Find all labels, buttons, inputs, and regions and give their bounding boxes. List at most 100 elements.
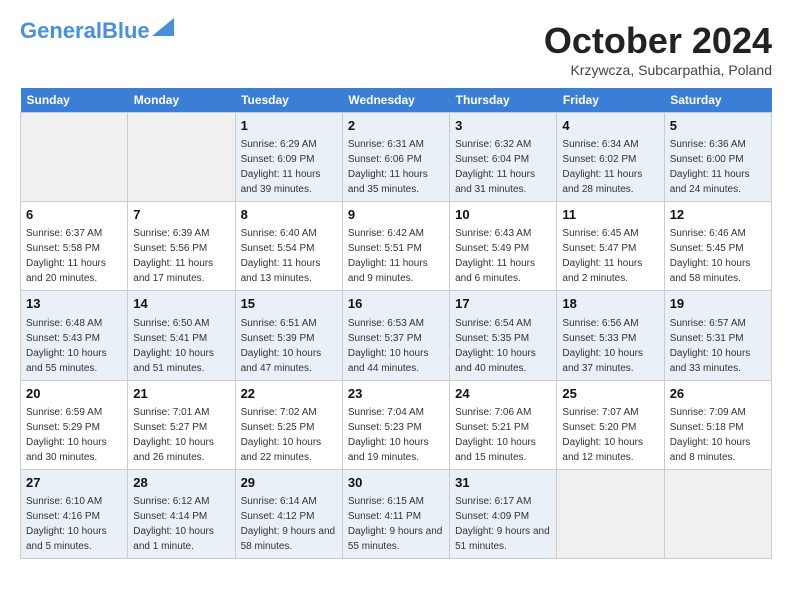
calendar-cell <box>128 113 235 202</box>
day-number: 10 <box>455 206 551 224</box>
calendar-cell: 12 Sunrise: 6:46 AMSunset: 5:45 PMDayligh… <box>664 202 771 291</box>
day-number: 13 <box>26 295 122 313</box>
calendar-cell: 19 Sunrise: 6:57 AMSunset: 5:31 PMDayligh… <box>664 291 771 380</box>
page-header: GeneralBlue October 2024 Krzywcza, Subca… <box>20 20 772 78</box>
day-number: 5 <box>670 117 766 135</box>
day-number: 3 <box>455 117 551 135</box>
calendar-cell: 3 Sunrise: 6:32 AMSunset: 6:04 PMDaylight… <box>450 113 557 202</box>
day-info: Sunrise: 7:06 AMSunset: 5:21 PMDaylight:… <box>455 405 551 465</box>
calendar-cell: 26 Sunrise: 7:09 AMSunset: 5:18 PMDayligh… <box>664 380 771 469</box>
day-number: 11 <box>562 206 658 224</box>
calendar-row: 1 Sunrise: 6:29 AMSunset: 6:09 PMDaylight… <box>21 113 772 202</box>
day-number: 6 <box>26 206 122 224</box>
calendar-cell <box>664 469 771 558</box>
day-number: 30 <box>348 474 444 492</box>
day-number: 14 <box>133 295 229 313</box>
day-number: 2 <box>348 117 444 135</box>
calendar-cell: 18 Sunrise: 6:56 AMSunset: 5:33 PMDayligh… <box>557 291 664 380</box>
calendar-cell: 1 Sunrise: 6:29 AMSunset: 6:09 PMDaylight… <box>235 113 342 202</box>
day-info: Sunrise: 6:54 AMSunset: 5:35 PMDaylight:… <box>455 316 551 376</box>
day-info: Sunrise: 7:09 AMSunset: 5:18 PMDaylight:… <box>670 405 766 465</box>
header-row: Sunday Monday Tuesday Wednesday Thursday… <box>21 88 772 113</box>
day-number: 8 <box>241 206 337 224</box>
day-info: Sunrise: 6:51 AMSunset: 5:39 PMDaylight:… <box>241 316 337 376</box>
day-info: Sunrise: 6:39 AMSunset: 5:56 PMDaylight:… <box>133 226 229 286</box>
day-info: Sunrise: 6:45 AMSunset: 5:47 PMDaylight:… <box>562 226 658 286</box>
day-info: Sunrise: 6:37 AMSunset: 5:58 PMDaylight:… <box>26 226 122 286</box>
day-number: 21 <box>133 385 229 403</box>
day-number: 27 <box>26 474 122 492</box>
day-number: 29 <box>241 474 337 492</box>
day-info: Sunrise: 6:15 AMSunset: 4:11 PMDaylight:… <box>348 494 444 554</box>
calendar-cell: 21 Sunrise: 7:01 AMSunset: 5:27 PMDayligh… <box>128 380 235 469</box>
day-info: Sunrise: 6:17 AMSunset: 4:09 PMDaylight:… <box>455 494 551 554</box>
calendar-cell: 31 Sunrise: 6:17 AMSunset: 4:09 PMDayligh… <box>450 469 557 558</box>
calendar-cell: 6 Sunrise: 6:37 AMSunset: 5:58 PMDaylight… <box>21 202 128 291</box>
calendar-cell: 9 Sunrise: 6:42 AMSunset: 5:51 PMDaylight… <box>342 202 449 291</box>
day-info: Sunrise: 6:14 AMSunset: 4:12 PMDaylight:… <box>241 494 337 554</box>
calendar-cell: 7Sunrise: 6:39 AMSunset: 5:56 PMDaylight… <box>128 202 235 291</box>
day-info: Sunrise: 6:42 AMSunset: 5:51 PMDaylight:… <box>348 226 444 286</box>
day-info: Sunrise: 7:07 AMSunset: 5:20 PMDaylight:… <box>562 405 658 465</box>
day-info: Sunrise: 6:56 AMSunset: 5:33 PMDaylight:… <box>562 316 658 376</box>
day-number: 9 <box>348 206 444 224</box>
calendar-cell: 22 Sunrise: 7:02 AMSunset: 5:25 PMDayligh… <box>235 380 342 469</box>
col-tuesday: Tuesday <box>235 88 342 113</box>
calendar-cell: 4Sunrise: 6:34 AMSunset: 6:02 PMDaylight… <box>557 113 664 202</box>
day-info: Sunrise: 6:53 AMSunset: 5:37 PMDaylight:… <box>348 316 444 376</box>
day-number: 4 <box>562 117 658 135</box>
day-number: 24 <box>455 385 551 403</box>
calendar-cell: 16 Sunrise: 6:53 AMSunset: 5:37 PMDayligh… <box>342 291 449 380</box>
logo-text: GeneralBlue <box>20 20 150 42</box>
calendar-cell: 5 Sunrise: 6:36 AMSunset: 6:00 PMDaylight… <box>664 113 771 202</box>
day-info: Sunrise: 6:40 AMSunset: 5:54 PMDaylight:… <box>241 226 337 286</box>
title-block: October 2024 Krzywcza, Subcarpathia, Pol… <box>544 20 772 78</box>
calendar-cell: 15Sunrise: 6:51 AMSunset: 5:39 PMDayligh… <box>235 291 342 380</box>
calendar-cell: 30 Sunrise: 6:15 AMSunset: 4:11 PMDayligh… <box>342 469 449 558</box>
day-number: 31 <box>455 474 551 492</box>
calendar-cell <box>21 113 128 202</box>
day-info: Sunrise: 6:48 AMSunset: 5:43 PMDaylight:… <box>26 316 122 376</box>
calendar-table: Sunday Monday Tuesday Wednesday Thursday… <box>20 88 772 559</box>
day-number: 22 <box>241 385 337 403</box>
col-sunday: Sunday <box>21 88 128 113</box>
day-info: Sunrise: 6:50 AMSunset: 5:41 PMDaylight:… <box>133 316 229 376</box>
col-monday: Monday <box>128 88 235 113</box>
day-info: Sunrise: 6:46 AMSunset: 5:45 PMDaylight:… <box>670 226 766 286</box>
calendar-cell: 17Sunrise: 6:54 AMSunset: 5:35 PMDayligh… <box>450 291 557 380</box>
day-number: 20 <box>26 385 122 403</box>
day-number: 16 <box>348 295 444 313</box>
col-wednesday: Wednesday <box>342 88 449 113</box>
calendar-cell: 27 Sunrise: 6:10 AMSunset: 4:16 PMDayligh… <box>21 469 128 558</box>
calendar-cell: 24 Sunrise: 7:06 AMSunset: 5:21 PMDayligh… <box>450 380 557 469</box>
day-number: 25 <box>562 385 658 403</box>
day-info: Sunrise: 7:02 AMSunset: 5:25 PMDaylight:… <box>241 405 337 465</box>
day-info: Sunrise: 7:04 AMSunset: 5:23 PMDaylight:… <box>348 405 444 465</box>
calendar-cell: 28Sunrise: 6:12 AMSunset: 4:14 PMDayligh… <box>128 469 235 558</box>
calendar-cell: 14 Sunrise: 6:50 AMSunset: 5:41 PMDayligh… <box>128 291 235 380</box>
calendar-cell: 13 Sunrise: 6:48 AMSunset: 5:43 PMDayligh… <box>21 291 128 380</box>
day-info: Sunrise: 6:57 AMSunset: 5:31 PMDaylight:… <box>670 316 766 376</box>
day-info: Sunrise: 6:32 AMSunset: 6:04 PMDaylight:… <box>455 137 551 197</box>
day-number: 1 <box>241 117 337 135</box>
logo-icon <box>152 18 174 36</box>
day-number: 19 <box>670 295 766 313</box>
day-number: 23 <box>348 385 444 403</box>
calendar-cell: 20Sunrise: 6:59 AMSunset: 5:29 PMDayligh… <box>21 380 128 469</box>
calendar-cell: 29 Sunrise: 6:14 AMSunset: 4:12 PMDayligh… <box>235 469 342 558</box>
day-number: 18 <box>562 295 658 313</box>
day-number: 12 <box>670 206 766 224</box>
day-info: Sunrise: 6:29 AMSunset: 6:09 PMDaylight:… <box>241 137 337 197</box>
day-info: Sunrise: 6:43 AMSunset: 5:49 PMDaylight:… <box>455 226 551 286</box>
day-info: Sunrise: 6:36 AMSunset: 6:00 PMDaylight:… <box>670 137 766 197</box>
day-info: Sunrise: 7:01 AMSunset: 5:27 PMDaylight:… <box>133 405 229 465</box>
col-thursday: Thursday <box>450 88 557 113</box>
calendar-cell: 10 Sunrise: 6:43 AMSunset: 5:49 PMDayligh… <box>450 202 557 291</box>
calendar-cell: 11 Sunrise: 6:45 AMSunset: 5:47 PMDayligh… <box>557 202 664 291</box>
day-number: 28 <box>133 474 229 492</box>
day-info: Sunrise: 6:10 AMSunset: 4:16 PMDaylight:… <box>26 494 122 554</box>
calendar-cell: 8 Sunrise: 6:40 AMSunset: 5:54 PMDaylight… <box>235 202 342 291</box>
calendar-cell: 2 Sunrise: 6:31 AMSunset: 6:06 PMDaylight… <box>342 113 449 202</box>
day-info: Sunrise: 6:31 AMSunset: 6:06 PMDaylight:… <box>348 137 444 197</box>
day-number: 26 <box>670 385 766 403</box>
